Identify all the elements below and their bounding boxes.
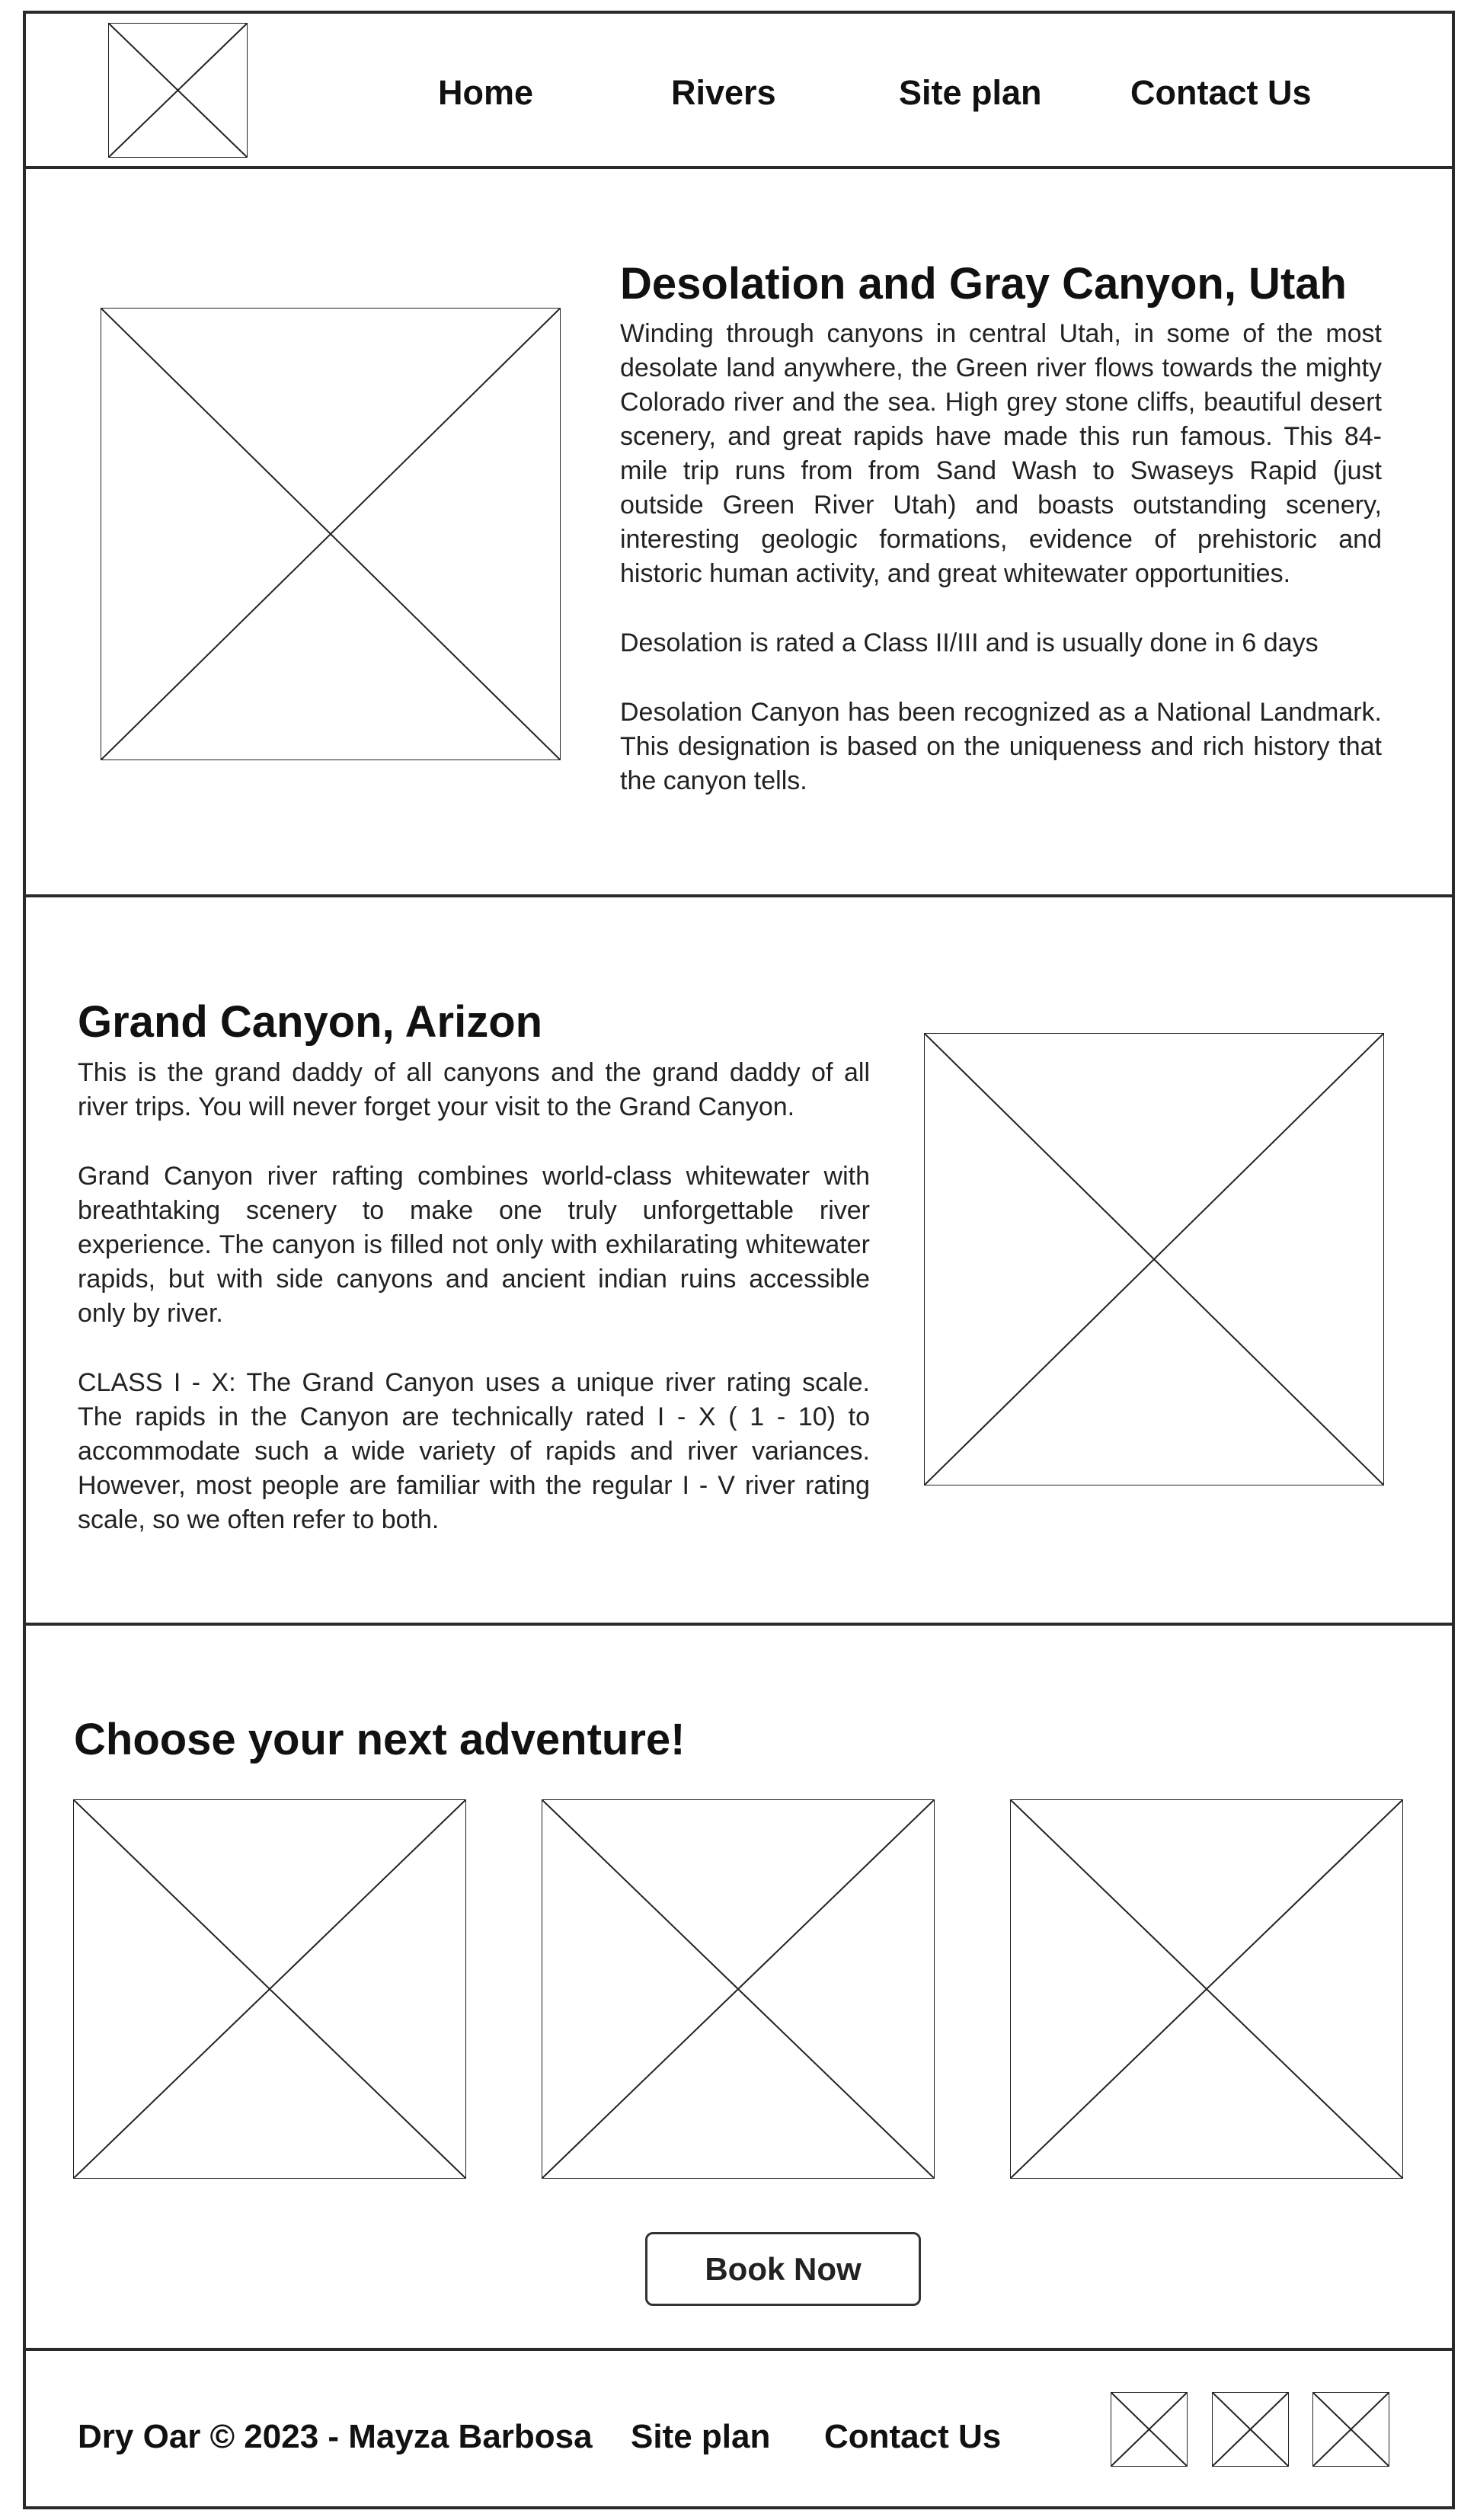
nav-home[interactable]: Home: [438, 73, 533, 113]
footer-link-contact-us[interactable]: Contact Us: [824, 2418, 1001, 2456]
nav-contact-us[interactable]: Contact Us: [1130, 73, 1312, 113]
grand-canyon-copy: This is the grand daddy of all canyons a…: [78, 1056, 870, 1537]
desolation-title: Desolation and Gray Canyon, Utah: [620, 259, 1347, 309]
logo-placeholder-icon[interactable]: [108, 23, 248, 158]
site-footer: Dry Oar © 2023 - Mayza Barbosa Site plan…: [23, 2348, 1455, 2509]
nav-site-plan[interactable]: Site plan: [899, 73, 1042, 113]
grand-canyon-section: Grand Canyon, Arizon This is the grand d…: [23, 894, 1455, 1626]
site-header: Home Rivers Site plan Contact Us: [23, 11, 1455, 169]
desolation-paragraph: Winding through canyons in central Utah,…: [620, 319, 1382, 588]
desolation-image-placeholder-icon: [101, 308, 561, 760]
adventure-card-1-image-placeholder-icon[interactable]: [73, 1799, 466, 2179]
grand-canyon-paragraph: Grand Canyon river rafting combines worl…: [78, 1162, 870, 1328]
book-now-button[interactable]: Book Now: [645, 2232, 921, 2306]
adventure-title: Choose your next adventure!: [74, 1715, 686, 1764]
footer-link-site-plan[interactable]: Site plan: [631, 2418, 770, 2456]
desolation-paragraph: Desolation Canyon has been recognized as…: [620, 698, 1382, 795]
footer-social-3-icon[interactable]: [1312, 2392, 1389, 2467]
desolation-paragraph: Desolation is rated a Class II/III and i…: [620, 628, 1319, 657]
nav-rivers[interactable]: Rivers: [671, 73, 776, 113]
adventure-card-3-image-placeholder-icon[interactable]: [1010, 1799, 1403, 2179]
grand-canyon-paragraph: CLASS I - X: The Grand Canyon uses a uni…: [78, 1368, 870, 1534]
footer-social-2-icon[interactable]: [1212, 2392, 1289, 2467]
grand-canyon-title: Grand Canyon, Arizon: [78, 997, 543, 1047]
grand-canyon-paragraph: This is the grand daddy of all canyons a…: [78, 1058, 870, 1121]
desolation-section: Desolation and Gray Canyon, Utah Winding…: [23, 166, 1455, 897]
desolation-copy: Winding through canyons in central Utah,…: [620, 317, 1382, 798]
adventure-card-2-image-placeholder-icon[interactable]: [542, 1799, 935, 2179]
footer-copyright: Dry Oar © 2023 - Mayza Barbosa: [78, 2418, 593, 2455]
footer-social-1-icon[interactable]: [1111, 2392, 1188, 2467]
grand-canyon-image-placeholder-icon: [924, 1033, 1384, 1485]
